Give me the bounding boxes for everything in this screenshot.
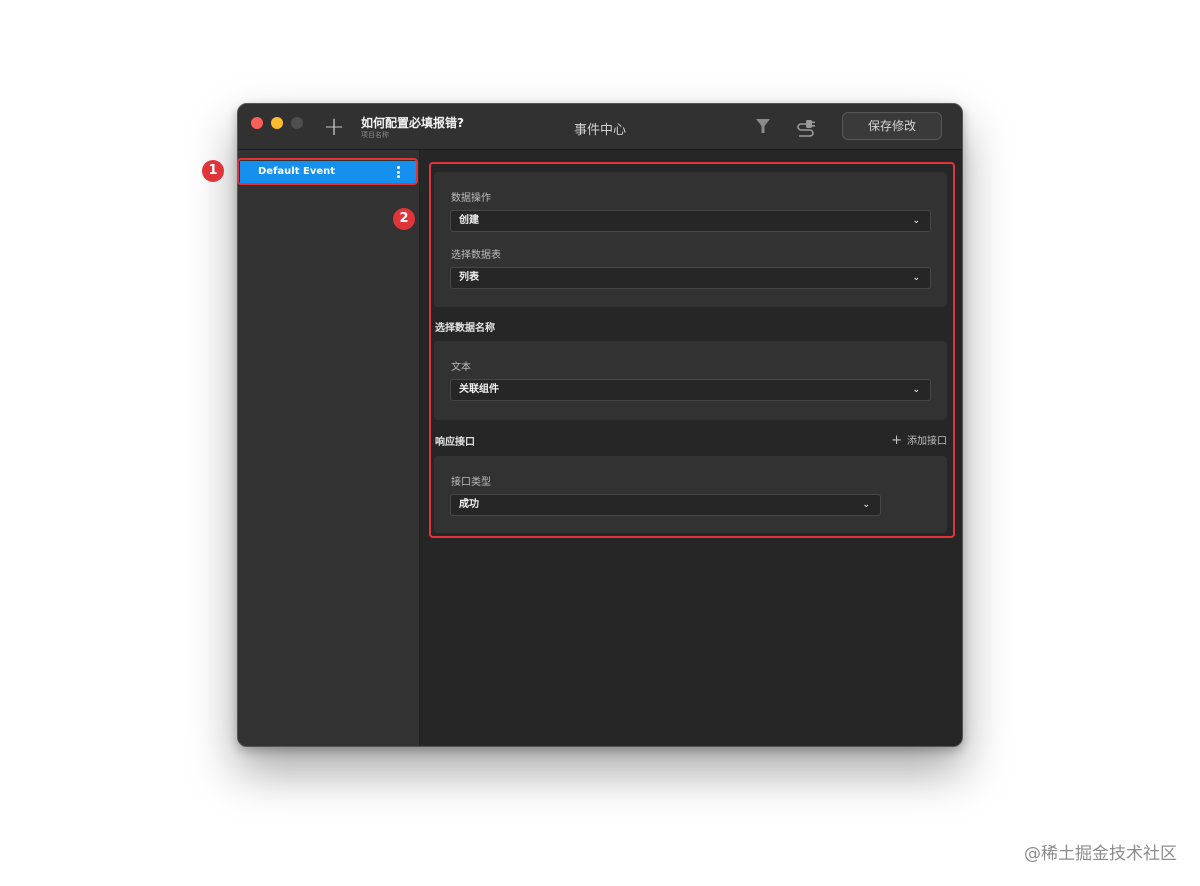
save-changes-button[interactable]: 保存修改 — [842, 112, 942, 140]
watermark: @稀土掘金技术社区 — [1024, 844, 1177, 864]
title-bar: + 如何配置必填报错? 项目名称 事件中心 保存修改 — [238, 104, 962, 150]
annotation-badge-2: 2 — [393, 208, 415, 230]
plug-icon[interactable] — [795, 116, 817, 138]
highlight-box-1 — [237, 158, 418, 185]
event-sidebar: Default Event — [238, 150, 420, 746]
annotation-badge-1: 1 — [202, 160, 224, 182]
filter-icon[interactable] — [754, 117, 772, 135]
highlight-box-2 — [429, 162, 955, 538]
